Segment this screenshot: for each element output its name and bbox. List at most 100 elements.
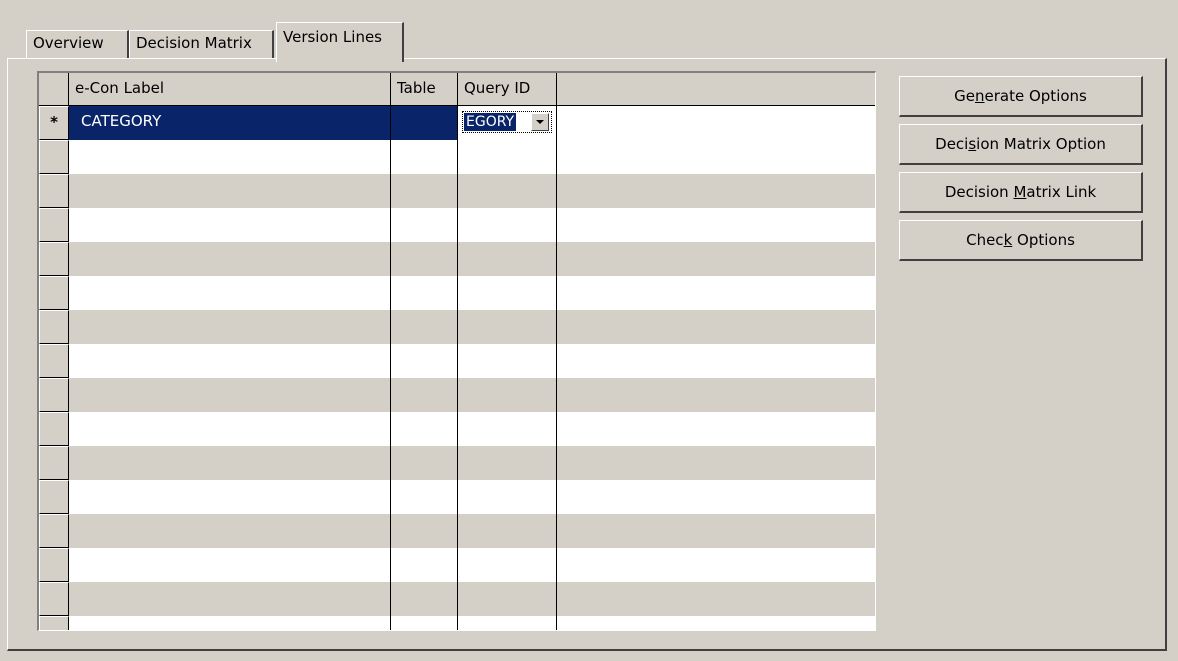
chevron-down-icon[interactable] (531, 113, 549, 131)
row-selector[interactable] (39, 480, 69, 514)
cell-table[interactable] (391, 208, 458, 242)
row-selector[interactable] (39, 514, 69, 548)
decision-matrix-link-button[interactable]: Decision Matrix Link (899, 172, 1143, 213)
cell-econ-label[interactable] (69, 208, 391, 242)
table-row[interactable] (39, 616, 875, 630)
cell-blank (557, 140, 875, 174)
cell-query-id[interactable] (458, 378, 557, 412)
cell-econ-label[interactable] (69, 582, 391, 616)
row-selector[interactable] (39, 446, 69, 480)
row-selector[interactable] (39, 616, 69, 630)
cell-query-id[interactable] (458, 446, 557, 480)
row-selector[interactable] (39, 242, 69, 276)
table-row[interactable] (39, 174, 875, 208)
row-selector[interactable] (39, 344, 69, 378)
query-id-combobox-value[interactable]: EGORY (464, 113, 517, 131)
cell-query-id[interactable] (458, 480, 557, 514)
row-selector[interactable] (39, 378, 69, 412)
table-row[interactable] (39, 208, 875, 242)
tab-overview[interactable]: Overview (26, 30, 129, 60)
cell-econ-label[interactable] (69, 242, 391, 276)
column-header-table[interactable]: Table (391, 73, 458, 106)
table-row[interactable] (39, 480, 875, 514)
tab-decision-matrix[interactable]: Decision Matrix (129, 30, 274, 60)
table-row[interactable] (39, 276, 875, 310)
cell-blank (557, 174, 875, 208)
table-row[interactable] (39, 242, 875, 276)
cell-query-id[interactable] (458, 514, 557, 548)
cell-query-id[interactable] (458, 548, 557, 582)
table-row[interactable] (39, 140, 875, 174)
cell-table[interactable] (391, 310, 458, 344)
cell-econ-label[interactable] (69, 514, 391, 548)
cell-query-id[interactable] (458, 208, 557, 242)
check-options-button[interactable]: Check Options (899, 220, 1143, 261)
cell-econ-label[interactable] (69, 616, 391, 630)
tab-version-lines[interactable]: Version Lines (276, 22, 404, 62)
row-selector[interactable] (39, 582, 69, 616)
generate-options-button[interactable]: Generate Options (899, 76, 1143, 117)
cell-econ-label[interactable] (69, 446, 391, 480)
table-row[interactable] (39, 548, 875, 582)
table-row[interactable]: * CATEGORY EGORY (39, 106, 875, 140)
cell-query-id[interactable] (458, 174, 557, 208)
header-corner[interactable] (39, 73, 69, 106)
table-row[interactable] (39, 582, 875, 616)
row-selector[interactable] (39, 208, 69, 242)
row-selector-new[interactable]: * (39, 106, 69, 140)
cell-econ-label[interactable] (69, 480, 391, 514)
table-row[interactable] (39, 446, 875, 480)
cell-blank (557, 582, 875, 616)
cell-table[interactable] (391, 140, 458, 174)
decision-matrix-link-accelerator: M (1013, 183, 1027, 201)
table-row[interactable] (39, 514, 875, 548)
cell-table[interactable] (391, 242, 458, 276)
cell-table[interactable] (391, 276, 458, 310)
row-selector[interactable] (39, 174, 69, 208)
cell-econ-label[interactable] (69, 310, 391, 344)
table-row[interactable] (39, 310, 875, 344)
cell-query-id[interactable] (458, 412, 557, 446)
row-selector[interactable] (39, 412, 69, 446)
version-lines-grid[interactable]: e-Con Label Table Query ID * CATEGORY EG… (37, 71, 876, 631)
cell-table[interactable] (391, 582, 458, 616)
cell-query-id[interactable] (458, 310, 557, 344)
cell-query-id[interactable] (458, 582, 557, 616)
cell-table[interactable] (391, 344, 458, 378)
table-row[interactable] (39, 378, 875, 412)
cell-table[interactable] (391, 616, 458, 630)
cell-econ-label[interactable] (69, 548, 391, 582)
cell-econ-label[interactable] (69, 174, 391, 208)
cell-table[interactable] (391, 514, 458, 548)
cell-econ-label[interactable] (69, 412, 391, 446)
row-selector[interactable] (39, 140, 69, 174)
column-header-econ-label[interactable]: e-Con Label (69, 73, 391, 106)
cell-query-id[interactable] (458, 140, 557, 174)
cell-query-id[interactable] (458, 344, 557, 378)
cell-table[interactable] (391, 174, 458, 208)
cell-blank (557, 480, 875, 514)
cell-table[interactable] (391, 412, 458, 446)
cell-table[interactable] (391, 480, 458, 514)
cell-query-id[interactable]: EGORY (458, 106, 557, 140)
cell-table[interactable] (391, 548, 458, 582)
cell-table[interactable] (391, 106, 458, 140)
column-header-query-id[interactable]: Query ID (458, 73, 557, 106)
query-id-combobox[interactable]: EGORY (462, 111, 552, 133)
table-row[interactable] (39, 412, 875, 446)
cell-econ-label[interactable] (69, 378, 391, 412)
cell-query-id[interactable] (458, 242, 557, 276)
table-row[interactable] (39, 344, 875, 378)
row-selector[interactable] (39, 548, 69, 582)
cell-query-id[interactable] (458, 276, 557, 310)
row-selector[interactable] (39, 310, 69, 344)
cell-table[interactable] (391, 446, 458, 480)
row-selector[interactable] (39, 276, 69, 310)
cell-query-id[interactable] (458, 616, 557, 630)
decision-matrix-option-button[interactable]: Decision Matrix Option (899, 124, 1143, 165)
cell-econ-label[interactable] (69, 276, 391, 310)
cell-econ-label[interactable] (69, 140, 391, 174)
cell-econ-label[interactable] (69, 344, 391, 378)
cell-table[interactable] (391, 378, 458, 412)
cell-econ-label[interactable]: CATEGORY (69, 106, 391, 140)
